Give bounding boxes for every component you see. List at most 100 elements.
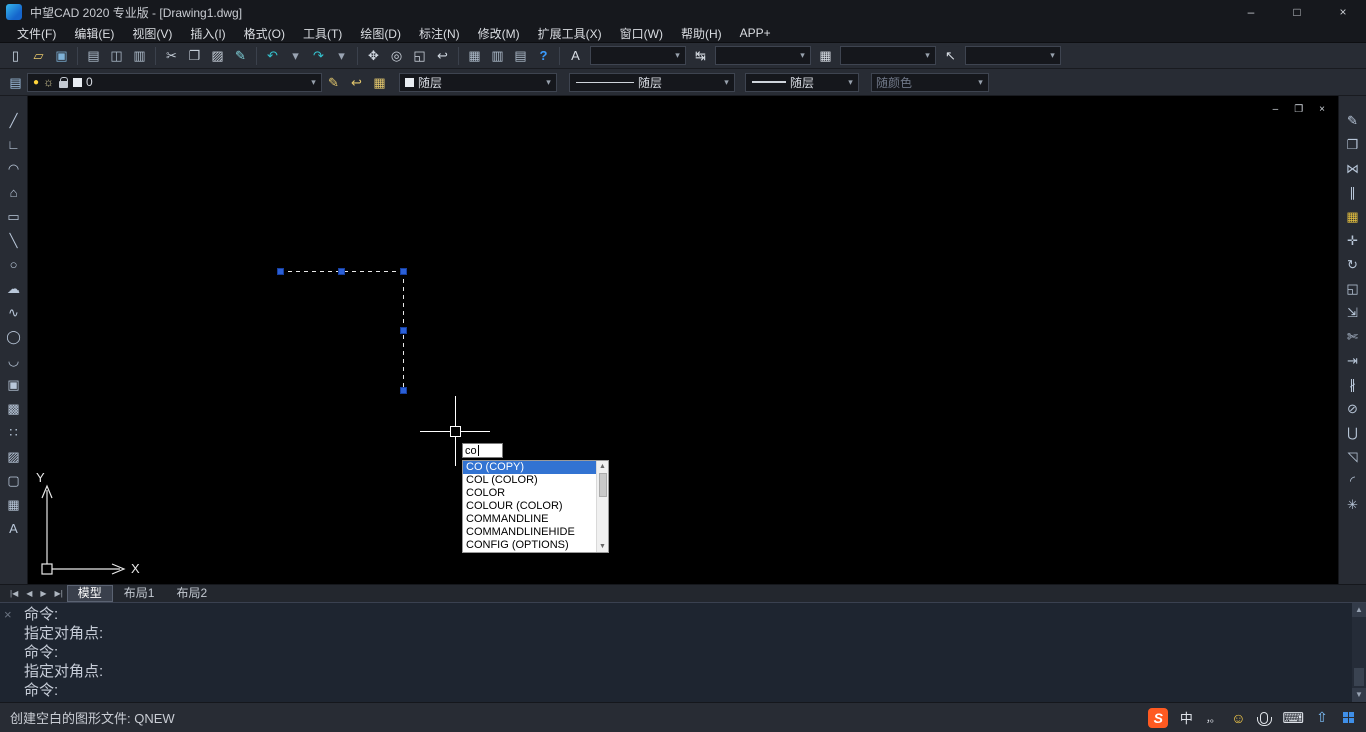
sogou-input-icon[interactable]: S <box>1148 708 1168 728</box>
break-button[interactable]: ⊘ <box>1342 400 1364 417</box>
col-color-option[interactable]: COL (COLOR) <box>463 474 596 487</box>
join-button[interactable]: ⋃ <box>1342 424 1364 441</box>
array-button[interactable]: ▦ <box>1342 208 1364 225</box>
ellipse-arc-button[interactable]: ◡ <box>3 352 25 369</box>
tab-model[interactable]: 模型 <box>67 585 113 602</box>
plot-button[interactable]: ▤ <box>82 45 105 67</box>
break-at-point-button[interactable]: ∦ <box>1342 376 1364 393</box>
window-minimize-button[interactable]: – <box>1228 0 1274 24</box>
scroll-down-icon[interactable]: ▼ <box>599 541 606 552</box>
redo-button[interactable]: ↷ <box>307 45 330 67</box>
construction-line-button[interactable]: ╲ <box>3 232 25 249</box>
scroll-up-icon[interactable]: ▲ <box>1352 603 1366 617</box>
move-button[interactable]: ✛ <box>1342 232 1364 249</box>
colour-color-option[interactable]: COLOUR (COLOR) <box>463 500 596 513</box>
window-maximize-button[interactable]: □ <box>1274 0 1320 24</box>
tab-first-button[interactable]: |◀ <box>6 589 22 598</box>
chamfer-button[interactable]: ◹ <box>1342 448 1364 465</box>
paste-button[interactable]: ▨ <box>206 45 229 67</box>
menu-edit[interactable]: 编辑(E) <box>65 24 123 42</box>
copy-clip-button[interactable]: ❐ <box>183 45 206 67</box>
ellipse-button[interactable]: ◯ <box>3 328 25 345</box>
mirror-button[interactable]: ⋈ <box>1342 160 1364 177</box>
undo-dropdown-button[interactable]: ▾ <box>284 45 307 67</box>
menu-express-tools[interactable]: 扩展工具(X) <box>529 24 611 42</box>
commandlinehide-option[interactable]: COMMANDLINEHIDE <box>463 526 596 539</box>
text-style-button[interactable]: A <box>564 45 587 67</box>
trim-button[interactable]: ✄ <box>1342 328 1364 345</box>
plot-preview-button[interactable]: ◫ <box>105 45 128 67</box>
rotate-button[interactable]: ↻ <box>1342 256 1364 273</box>
mleader-style-combo[interactable]: ▾ <box>965 46 1061 65</box>
fillet-button[interactable]: ◜ <box>1342 472 1364 489</box>
mleader-style-button[interactable]: ↖ <box>939 45 962 67</box>
layer-states-button[interactable]: ▦ <box>368 71 391 93</box>
dimension-style-button[interactable]: ↹ <box>689 45 712 67</box>
explode-button[interactable]: ✳ <box>1342 496 1364 513</box>
autocomplete-scrollbar[interactable]: ▲ ▼ <box>596 461 608 552</box>
design-center-button[interactable]: ▦ <box>463 45 486 67</box>
dimension-style-combo[interactable]: ▾ <box>715 46 811 65</box>
make-block-button[interactable]: ▩ <box>3 400 25 417</box>
tab-layout2[interactable]: 布局2 <box>165 585 218 602</box>
lineweight-combo[interactable]: 随层 ▾ <box>745 73 859 92</box>
cut-button[interactable]: ✂ <box>160 45 183 67</box>
polyline-button[interactable]: ∟ <box>3 136 25 153</box>
open-file-button[interactable]: ▱ <box>27 45 50 67</box>
stretch-button[interactable]: ⇲ <box>1342 304 1364 321</box>
table-style-button[interactable]: ▦ <box>814 45 837 67</box>
tool-palettes-button[interactable]: ▥ <box>486 45 509 67</box>
publish-button[interactable]: ▥ <box>128 45 151 67</box>
help-button[interactable]: ? <box>532 45 555 67</box>
layer-combo[interactable]: ● ☼ 0 ▾ <box>27 73 322 92</box>
menu-modify[interactable]: 修改(M) <box>469 24 529 42</box>
erase-button[interactable]: ✎ <box>1342 112 1364 129</box>
config-options-option[interactable]: CONFIG (OPTIONS) <box>463 539 596 552</box>
grip[interactable] <box>338 268 345 275</box>
zoom-previous-button[interactable]: ↩ <box>431 45 454 67</box>
grip[interactable] <box>400 268 407 275</box>
circle-button[interactable]: ○ <box>3 256 25 273</box>
grip[interactable] <box>277 268 284 275</box>
polygon-button[interactable]: ⌂ <box>3 184 25 201</box>
punctuation-icon[interactable]: ，。 <box>1204 708 1220 728</box>
menu-help[interactable]: 帮助(H) <box>672 24 731 42</box>
zoom-window-button[interactable]: ◱ <box>408 45 431 67</box>
command-panel-close-button[interactable]: × <box>4 607 12 622</box>
arc-button[interactable]: ◠ <box>3 160 25 177</box>
menu-dimension[interactable]: 标注(N) <box>410 24 469 42</box>
undo-button[interactable]: ↶ <box>261 45 284 67</box>
table-button[interactable]: ▦ <box>3 496 25 513</box>
co-copy-option[interactable]: CO (COPY) <box>463 461 596 474</box>
emoji-icon[interactable]: ☺ <box>1230 708 1246 728</box>
tab-prev-button[interactable]: ◀ <box>22 589 36 598</box>
scale-button[interactable]: ◱ <box>1342 280 1364 297</box>
menu-draw[interactable]: 绘图(D) <box>351 24 410 42</box>
input-language-icon[interactable]: 中 <box>1178 708 1194 728</box>
rectangle-button[interactable]: ▭ <box>3 208 25 225</box>
menu-view[interactable]: 视图(V) <box>123 24 181 42</box>
mtext-button[interactable]: A <box>3 520 25 537</box>
grip[interactable] <box>400 387 407 394</box>
table-style-combo[interactable]: ▾ <box>840 46 936 65</box>
spline-button[interactable]: ∿ <box>3 304 25 321</box>
scrollbar-track[interactable] <box>1352 617 1366 688</box>
keyboard-icon[interactable]: ⌨ <box>1282 708 1304 728</box>
pan-button[interactable]: ✥ <box>362 45 385 67</box>
command-input[interactable]: co <box>462 443 503 458</box>
scroll-up-icon[interactable]: ▲ <box>599 461 606 472</box>
commandline-option[interactable]: COMMANDLINE <box>463 513 596 526</box>
point-button[interactable]: ∷ <box>3 424 25 441</box>
menu-insert[interactable]: 插入(I) <box>181 24 234 42</box>
scroll-down-icon[interactable]: ▼ <box>1352 688 1366 702</box>
drawing-close-button[interactable]: × <box>1319 104 1325 115</box>
grip[interactable] <box>400 327 407 334</box>
share-icon[interactable]: ⇧ <box>1314 708 1330 728</box>
drawing-restore-button[interactable]: ❐ <box>1294 104 1303 115</box>
drawing-canvas[interactable]: –❐× co CO (COPY)COL (COLOR)COLORCOLOUR (… <box>28 96 1338 584</box>
tab-last-button[interactable]: ▶| <box>51 589 67 598</box>
new-file-button[interactable]: ▯ <box>4 45 27 67</box>
redo-dropdown-button[interactable]: ▾ <box>330 45 353 67</box>
revision-cloud-button[interactable]: ☁ <box>3 280 25 297</box>
drawing-minimize-button[interactable]: – <box>1273 104 1279 115</box>
